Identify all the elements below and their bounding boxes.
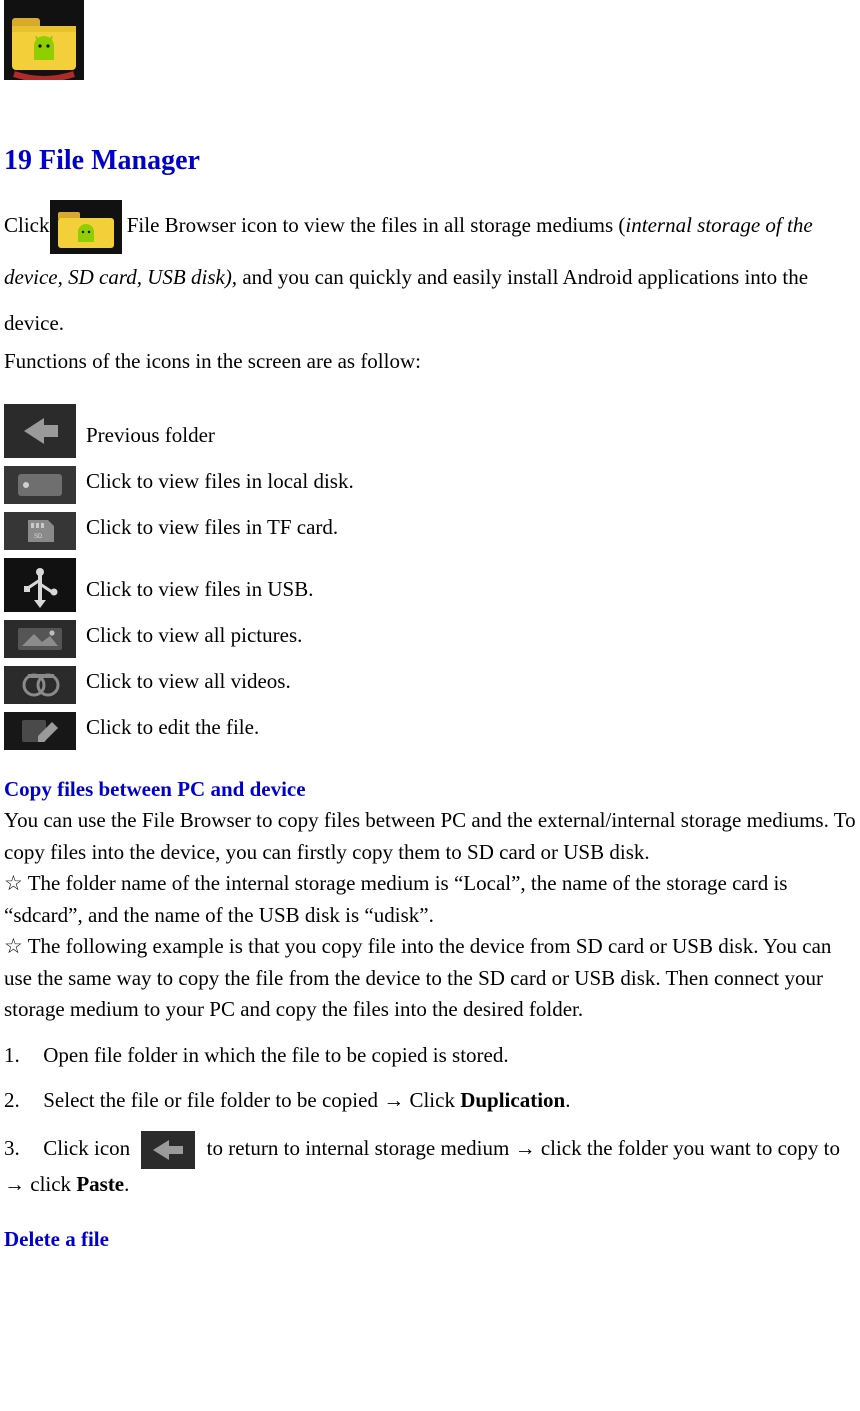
page-title: 19 File Manager	[4, 140, 860, 182]
func-label-edit: Click to edit the file.	[86, 712, 259, 750]
step3-post: .	[124, 1172, 129, 1196]
copy-star2: ☆ The following example is that you copy…	[4, 931, 860, 1026]
copy-p1: You can use the File Browser to copy fil…	[4, 805, 860, 868]
intro-after-icon: File Browser icon to view the files in a…	[127, 213, 626, 237]
functions-heading: Functions of the icons in the screen are…	[4, 346, 860, 378]
intro-paragraph: Click File Browser icon to view the file…	[4, 200, 860, 346]
intro-pre: Click	[4, 213, 50, 237]
file-manager-icon	[50, 200, 122, 254]
step1-num: 1.	[4, 1040, 38, 1072]
func-row-pictures: Click to view all pictures.	[4, 620, 860, 658]
step3-num: 3.	[4, 1133, 38, 1165]
copy-star1: ☆ The folder name of the internal storag…	[4, 868, 860, 931]
func-label-tf: Click to view files in TF card.	[86, 512, 338, 550]
step1-text: Open file folder in which the file to be…	[43, 1043, 508, 1067]
step2-post: .	[565, 1088, 570, 1112]
step3-bold: Paste	[76, 1172, 124, 1196]
usb-icon	[4, 558, 76, 612]
func-row-tf: SD Click to view files in TF card.	[4, 512, 860, 550]
step2-pre: Select the file or file folder to be cop…	[43, 1088, 460, 1112]
func-row-videos: Click to view all videos.	[4, 666, 860, 704]
local-disk-icon	[4, 466, 76, 504]
func-row-local: Click to view files in local disk.	[4, 466, 860, 504]
back-arrow-icon	[4, 404, 76, 458]
step-3: 3. Click icon to return to internal stor…	[4, 1131, 860, 1201]
sd-card-icon: SD	[4, 512, 76, 550]
svg-text:SD: SD	[34, 534, 43, 540]
pictures-icon	[4, 620, 76, 658]
func-row-previous: Previous folder	[4, 404, 860, 458]
back-arrow-icon-inline	[141, 1131, 195, 1169]
step3-pre: Click icon	[43, 1136, 135, 1160]
step-2: 2. Select the file or file folder to be …	[4, 1085, 860, 1117]
file-manager-app-icon	[4, 0, 84, 80]
copy-heading: Copy files between PC and device	[4, 774, 860, 806]
func-label-usb: Click to view files in USB.	[86, 574, 314, 612]
videos-icon	[4, 666, 76, 704]
func-row-edit: Click to edit the file.	[4, 712, 860, 750]
func-label-local: Click to view files in local disk.	[86, 466, 354, 504]
step-1: 1. Open file folder in which the file to…	[4, 1040, 860, 1072]
func-label-previous: Previous folder	[86, 420, 215, 458]
func-label-pictures: Click to view all pictures.	[86, 620, 302, 658]
func-row-usb: Click to view files in USB.	[4, 558, 860, 612]
edit-file-icon	[4, 712, 76, 750]
delete-heading: Delete a file	[4, 1224, 860, 1256]
step2-bold: Duplication	[460, 1088, 565, 1112]
func-label-videos: Click to view all videos.	[86, 666, 291, 704]
app-icon-large	[4, 0, 860, 80]
step2-num: 2.	[4, 1085, 38, 1117]
